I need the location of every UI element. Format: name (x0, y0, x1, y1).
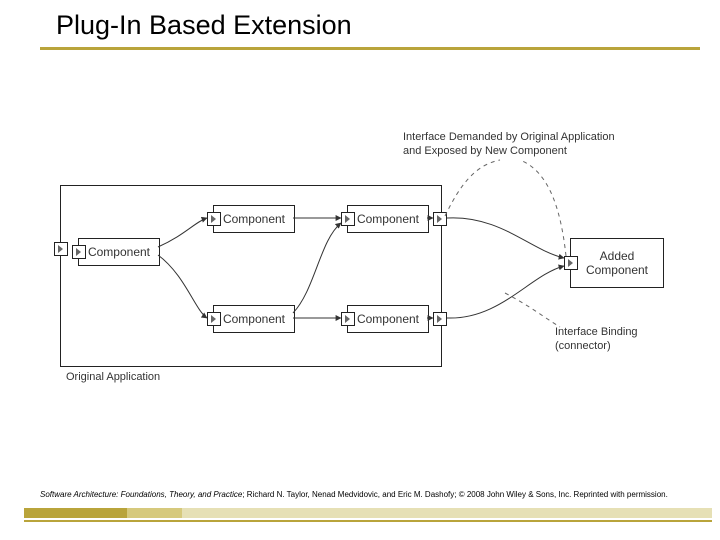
interface-demanded-label: Interface Demanded by Original Applicati… (403, 130, 643, 159)
added-component-label: Added Component (586, 249, 648, 277)
footer-citation-title: Software Architecture: Foundations, Theo… (40, 490, 242, 499)
component-label: Component (223, 212, 285, 226)
interface-binding-label: Interface Binding (connector) (555, 325, 695, 354)
footer-bar (24, 508, 712, 518)
footer-citation-rest: ; Richard N. Taylor, Nenad Medvidovic, a… (242, 490, 668, 499)
interface-port-icon (433, 212, 447, 226)
component-box: Component (78, 238, 160, 266)
port-icon (207, 312, 221, 326)
port-icon (341, 312, 355, 326)
port-icon (341, 212, 355, 226)
footer-underline (24, 520, 712, 522)
added-component-box: Added Component (570, 238, 664, 288)
page-title: Plug-In Based Extension (56, 10, 352, 41)
interface-port-icon (433, 312, 447, 326)
port-icon (72, 245, 86, 259)
component-box: Component (347, 205, 429, 233)
component-label: Component (357, 212, 419, 226)
footer-citation: Software Architecture: Foundations, Theo… (40, 490, 668, 499)
component-label: Component (223, 312, 285, 326)
component-label: Component (357, 312, 419, 326)
original-application-label: Original Application (66, 370, 160, 384)
interface-port-icon (564, 256, 578, 270)
port-icon (207, 212, 221, 226)
component-box: Component (347, 305, 429, 333)
component-box: Component (213, 205, 295, 233)
component-label: Component (88, 245, 150, 259)
title-underline (40, 47, 700, 50)
port-icon (54, 242, 68, 256)
component-box: Component (213, 305, 295, 333)
